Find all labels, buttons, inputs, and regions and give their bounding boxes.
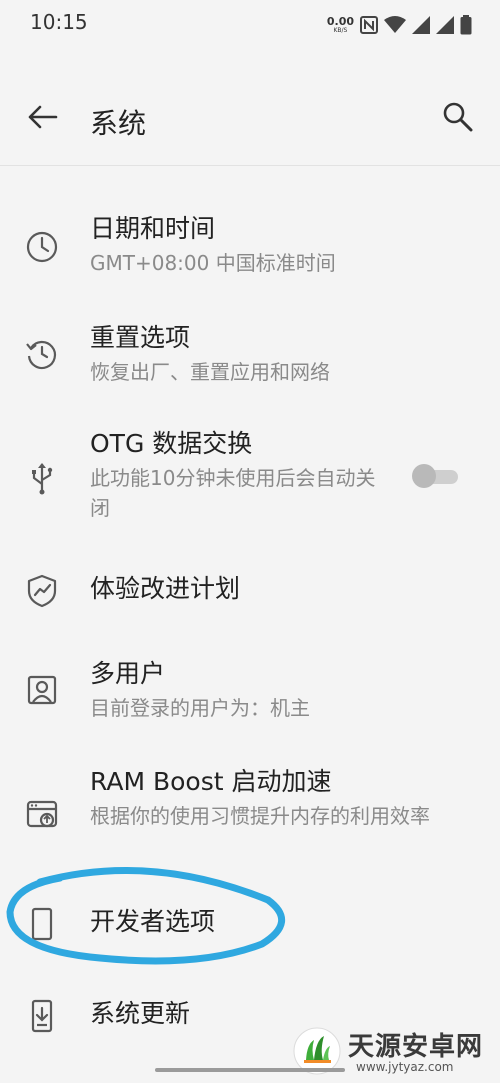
app-bar: 系统 <box>0 75 500 165</box>
setting-multi-user[interactable]: 多用户 目前登录的用户为：机主 <box>0 650 500 740</box>
net-speed-unit: KB/S <box>333 27 348 34</box>
status-icons: 0.00 KB/S <box>327 12 472 38</box>
setting-label: RAM Boost 启动加速 <box>90 767 332 796</box>
net-speed-value: 0.00 <box>326 15 354 28</box>
otg-toggle[interactable] <box>412 464 460 488</box>
phone-icon <box>31 907 53 941</box>
gesture-nav-bar[interactable] <box>155 1068 345 1072</box>
back-button[interactable] <box>22 97 62 137</box>
setting-label: 重置选项 <box>90 323 191 352</box>
signal-icon <box>412 16 430 34</box>
setting-label: 多用户 <box>90 659 166 688</box>
setting-label: 开发者选项 <box>90 907 216 936</box>
search-button[interactable] <box>438 97 478 137</box>
watermark-name: 天源安卓网 <box>348 1032 484 1062</box>
system-update-icon <box>31 999 53 1033</box>
back-arrow-icon <box>28 105 58 129</box>
setting-experience-program[interactable]: 体验改进计划 <box>0 555 500 630</box>
setting-summary: 恢复出厂、重置应用和网络 <box>90 359 330 384</box>
watermark-url: www.jytyaz.com <box>356 1060 454 1074</box>
setting-summary: 目前登录的用户为：机主 <box>90 695 310 720</box>
setting-otg[interactable]: OTG 数据交换 此功能10分钟未使用后会自动关闭 <box>0 420 500 535</box>
shield-chart-icon <box>27 574 57 608</box>
reset-icon <box>26 340 57 370</box>
setting-label: 日期和时间 <box>90 214 216 243</box>
setting-ram-boost[interactable]: RAM Boost 启动加速 根据你的使用习惯提升内存的利用效率 <box>0 760 500 870</box>
setting-developer-options[interactable]: 开发者选项 <box>0 888 500 963</box>
setting-summary: 此功能10分钟未使用后会自动关闭 <box>90 465 376 520</box>
wifi-icon <box>384 16 406 33</box>
setting-summary: GMT+08:00 中国标准时间 <box>90 250 336 275</box>
app-bar-divider <box>0 165 500 166</box>
setting-label: 体验改进计划 <box>90 574 241 603</box>
battery-icon <box>460 15 472 35</box>
clock-icon <box>26 231 58 263</box>
net-speed-indicator: 0.00 KB/S <box>327 16 354 34</box>
setting-reset[interactable]: 重置选项 恢复出厂、重置应用和网络 <box>0 312 500 402</box>
search-icon <box>443 102 473 132</box>
usb-icon <box>32 463 53 495</box>
signal-icon <box>436 16 454 34</box>
toggle-thumb <box>412 464 436 488</box>
status-time: 10:15 <box>30 10 88 34</box>
setting-summary: 根据你的使用习惯提升内存的利用效率 <box>90 803 430 828</box>
page-title: 系统 <box>90 107 147 140</box>
nfc-icon <box>360 16 378 34</box>
status-bar: 10:15 0.00 KB/S <box>0 0 500 50</box>
user-icon <box>27 675 57 705</box>
setting-date-time[interactable]: 日期和时间 GMT+08:00 中国标准时间 <box>0 205 500 295</box>
setting-label: OTG 数据交换 <box>90 429 253 458</box>
ram-boost-icon <box>26 800 58 828</box>
